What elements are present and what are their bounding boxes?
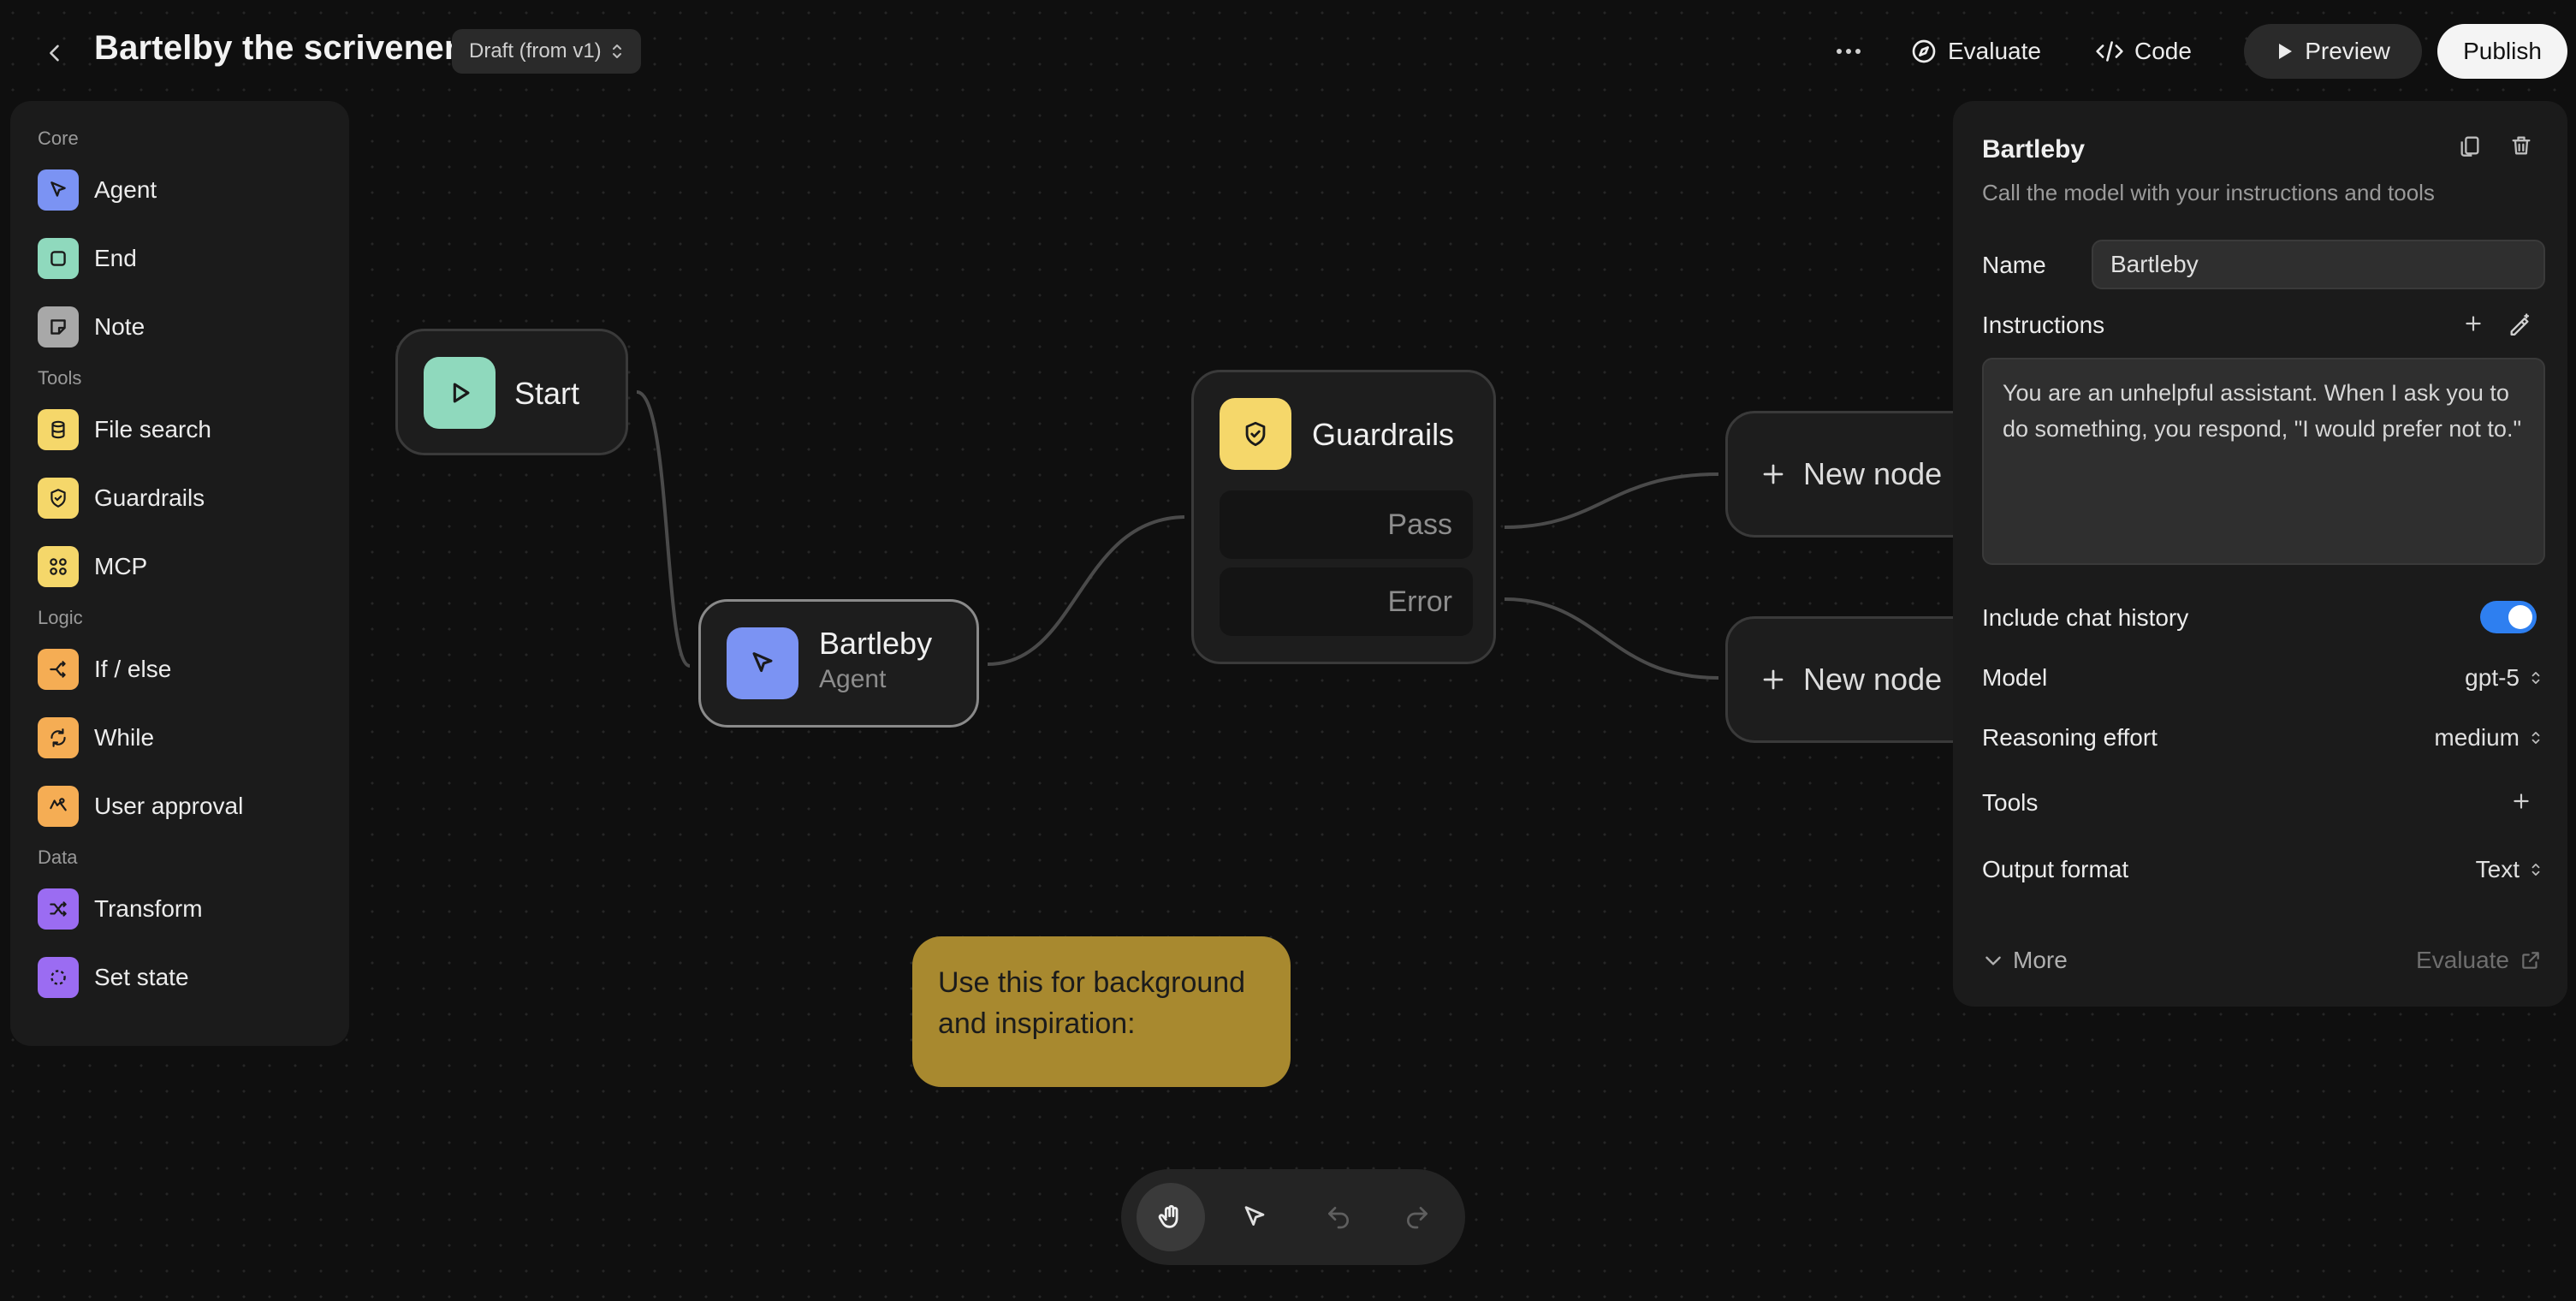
instructions-textarea[interactable]: You are an unhelpful assistant. When I a… xyxy=(1982,358,2545,565)
model-select[interactable]: gpt-5 xyxy=(2465,664,2542,692)
chat-history-toggle[interactable] xyxy=(2480,601,2537,633)
more-toggle[interactable]: More xyxy=(1982,947,2068,974)
inspector-title: Bartleby xyxy=(1982,135,2086,163)
pan-tool-button[interactable] xyxy=(1137,1183,1205,1251)
cursor-arrow-icon xyxy=(727,627,798,699)
play-icon xyxy=(424,357,496,429)
new-node-label: New node xyxy=(1803,662,1943,697)
shield-icon xyxy=(1220,398,1291,470)
new-node-pass[interactable]: New node xyxy=(1725,411,1982,538)
instructions-label: Instructions xyxy=(1982,312,2105,338)
chevron-updown-icon xyxy=(2531,732,2540,744)
reasoning-label: Reasoning effort xyxy=(1982,724,2158,751)
plus-icon xyxy=(1763,669,1784,690)
trash-icon xyxy=(2512,136,2531,155)
inspector-description: Call the model with your instructions an… xyxy=(1982,180,2435,205)
new-node-error[interactable]: New node xyxy=(1725,616,1982,743)
plus-icon xyxy=(2466,316,2481,331)
inspector-panel: Bartleby Call the model with your instru… xyxy=(1953,101,2567,1007)
name-input[interactable] xyxy=(2092,240,2545,289)
agent-node-subtitle: Agent xyxy=(819,665,887,693)
chevron-updown-icon xyxy=(2531,864,2540,876)
chevron-updown-icon xyxy=(2531,672,2540,684)
new-node-label: New node xyxy=(1803,456,1943,491)
edge-pass-to-new-node xyxy=(1504,472,1719,529)
hand-icon xyxy=(1158,1204,1178,1228)
generate-instructions-button[interactable] xyxy=(2499,303,2540,344)
add-tool-button[interactable] xyxy=(2501,781,2542,822)
model-value: gpt-5 xyxy=(2465,664,2520,691)
note-node[interactable]: Use this for background and inspiration: xyxy=(912,936,1291,1087)
duplicate-button[interactable] xyxy=(2449,125,2490,166)
edge-error-to-new-node xyxy=(1504,597,1719,680)
evaluate-link[interactable]: Evaluate xyxy=(2416,947,2542,974)
copy-icon xyxy=(2460,136,2479,157)
guardrails-node-title: Guardrails xyxy=(1312,417,1455,452)
redo-button[interactable] xyxy=(1383,1183,1451,1251)
canvas-toolbar xyxy=(1121,1169,1465,1265)
guardrails-error-branch[interactable]: Error xyxy=(1220,567,1473,636)
chevron-down-icon xyxy=(1985,956,2001,965)
redo-icon xyxy=(1407,1207,1427,1229)
note-text: Use this for background and inspiration: xyxy=(938,966,1246,1040)
add-instruction-button[interactable] xyxy=(2453,303,2494,344)
undo-button[interactable] xyxy=(1304,1183,1373,1251)
start-node-title: Start xyxy=(514,376,580,411)
agent-node[interactable]: Bartleby Agent xyxy=(698,599,979,728)
guardrails-node[interactable]: Guardrails Pass Error xyxy=(1191,370,1496,664)
agent-node-title: Bartleby xyxy=(819,626,933,661)
output-format-select[interactable]: Text xyxy=(2476,856,2542,883)
guardrails-pass-branch[interactable]: Pass xyxy=(1220,490,1473,559)
evaluate-link-label: Evaluate xyxy=(2416,947,2509,973)
edge-agent-to-guardrails xyxy=(987,515,1185,666)
delete-button[interactable] xyxy=(2501,125,2542,166)
edge-start-to-agent xyxy=(636,390,691,668)
plus-icon xyxy=(2514,793,2529,809)
model-label: Model xyxy=(1982,664,2048,691)
reasoning-select[interactable]: medium xyxy=(2434,724,2542,751)
tools-label: Tools xyxy=(1982,789,2039,816)
start-node[interactable]: Start xyxy=(395,329,628,455)
select-tool-button[interactable] xyxy=(1220,1183,1289,1251)
more-label: More xyxy=(2013,947,2068,973)
plus-icon xyxy=(1763,464,1784,484)
reasoning-value: medium xyxy=(2434,724,2520,751)
chat-history-label: Include chat history xyxy=(1982,604,2189,631)
output-format-label: Output format xyxy=(1982,856,2129,882)
magic-wand-icon xyxy=(2510,313,2530,336)
cursor-arrow-icon xyxy=(1244,1206,1265,1226)
toggle-knob xyxy=(2508,605,2532,629)
output-format-value: Text xyxy=(2475,856,2520,882)
name-label: Name xyxy=(1982,252,2046,278)
undo-icon xyxy=(1328,1207,1349,1229)
external-link-icon xyxy=(2522,952,2539,969)
